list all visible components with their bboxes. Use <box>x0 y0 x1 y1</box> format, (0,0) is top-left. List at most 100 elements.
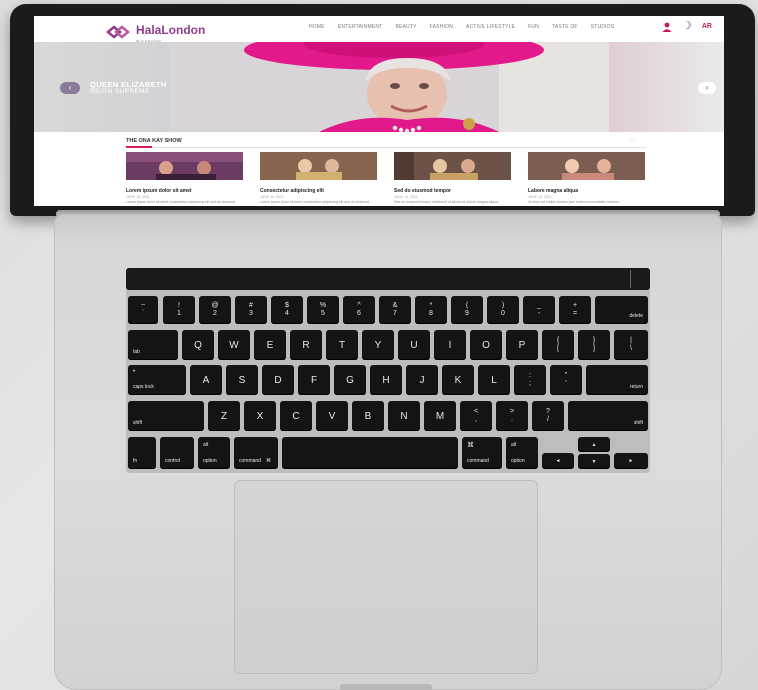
key-s[interactable]: S <box>226 365 258 395</box>
language-switch[interactable]: AR <box>702 23 712 30</box>
video-thumbnail[interactable] <box>528 152 645 180</box>
key-control[interactable]: control <box>160 437 194 469</box>
key-a[interactable]: A <box>190 365 222 395</box>
key-8[interactable]: * 8 <box>415 296 447 324</box>
menu-item-fun[interactable]: FUN <box>528 24 539 30</box>
arrow-left-icon: ◄ <box>555 458 561 464</box>
key-shift-right[interactable]: shift <box>568 401 648 431</box>
menu-item-taste-of[interactable]: TASTE OF <box>552 24 578 30</box>
key-v[interactable]: V <box>316 401 348 431</box>
hero-banner[interactable]: ‹ QUEEN ELIZABETH REIGN SUPREME › <box>34 42 724 132</box>
key-5[interactable]: % 5 <box>307 296 339 324</box>
menu-item-entertainment[interactable]: ENTERTAINMENT <box>338 24 383 30</box>
key-return[interactable]: return <box>586 365 648 395</box>
section-accent-bar <box>126 146 152 148</box>
key-close-bracket[interactable]: }] <box>578 330 610 360</box>
menu-item-fashion[interactable]: FASHION <box>430 24 453 30</box>
key-z[interactable]: Z <box>208 401 240 431</box>
key-equals[interactable]: + = <box>559 296 591 324</box>
key-6[interactable]: ^ 6 <box>343 296 375 324</box>
key-4[interactable]: $4 <box>271 296 303 324</box>
key-minus[interactable]: _ - <box>523 296 555 324</box>
key-f[interactable]: F <box>298 365 330 395</box>
key-c[interactable]: C <box>280 401 312 431</box>
key-h[interactable]: H <box>370 365 402 395</box>
key-arrow-down[interactable]: ▼ <box>578 454 610 469</box>
key-command-left[interactable]: command ⌘ <box>234 437 278 469</box>
key-p[interactable]: P <box>506 330 538 360</box>
key-0[interactable]: ) 0 <box>487 296 519 324</box>
menu-item-studios[interactable]: STUDIOS <box>591 24 615 30</box>
key-d[interactable]: D <box>262 365 294 395</box>
key-caps-lock[interactable]: • caps lock <box>128 365 186 395</box>
key-semicolon[interactable]: :; <box>514 365 546 395</box>
key-u[interactable]: U <box>398 330 430 360</box>
caps-lock-indicator-icon: • <box>133 369 136 375</box>
video-thumbnail[interactable] <box>126 152 243 180</box>
menu-item-home[interactable]: HOME <box>309 24 325 30</box>
key-g[interactable]: G <box>334 365 366 395</box>
video-thumbnail[interactable] <box>260 152 377 180</box>
card-title[interactable]: Lorem ipsum dolor sit amet <box>126 188 243 194</box>
key-n[interactable]: N <box>388 401 420 431</box>
key-r[interactable]: R <box>290 330 322 360</box>
section-nav-arrows[interactable]: ‹ › <box>630 138 635 144</box>
dark-mode-icon[interactable]: ☽ <box>682 21 692 32</box>
hero-prev-button[interactable]: ‹ <box>60 82 80 94</box>
key-arrow-right[interactable]: ► <box>614 453 648 469</box>
section-title: THE ONA KAY SHOW <box>126 138 182 144</box>
touch-bar[interactable] <box>126 268 650 290</box>
key-shift-left[interactable]: shift <box>128 401 204 431</box>
site-logo[interactable]: HalaLondon BE IN THE KNOW <box>106 21 205 43</box>
user-icon[interactable] <box>662 22 672 32</box>
key-2[interactable]: @2 <box>199 296 231 324</box>
key-space[interactable] <box>282 437 458 469</box>
key-m[interactable]: M <box>424 401 456 431</box>
key-quote[interactable]: " ' <box>550 365 582 395</box>
key-option-left[interactable]: alt option <box>198 437 230 469</box>
key-backslash[interactable]: | \ <box>614 330 648 360</box>
hero-next-button[interactable]: › <box>698 82 716 94</box>
key-comma[interactable]: <, <box>460 401 492 431</box>
key-y[interactable]: Y <box>362 330 394 360</box>
menu-item-active-lifestyle[interactable]: ACTIVE LIFESTYLE <box>466 24 515 30</box>
key-tab[interactable]: tab <box>128 330 178 360</box>
hero-image <box>169 42 609 132</box>
key-i[interactable]: I <box>434 330 466 360</box>
video-card[interactable]: Consectetur adipiscing elit JUNE 14, 202… <box>260 152 377 205</box>
key-3[interactable]: #3 <box>235 296 267 324</box>
key-l[interactable]: L <box>478 365 510 395</box>
key-e[interactable]: E <box>254 330 286 360</box>
key-command-right[interactable]: ⌘ command <box>462 437 502 469</box>
key-7[interactable]: & 7 <box>379 296 411 324</box>
menu-item-beauty[interactable]: BEAUTY <box>395 24 416 30</box>
key-arrow-up[interactable]: ▲ <box>578 437 610 452</box>
key-k[interactable]: K <box>442 365 474 395</box>
key-q[interactable]: Q <box>182 330 214 360</box>
trackpad[interactable] <box>234 480 538 674</box>
video-thumbnail[interactable] <box>394 152 511 180</box>
key-o[interactable]: O <box>470 330 502 360</box>
video-card[interactable]: Lorem ipsum dolor sit amet JUNE 15, 2021… <box>126 152 243 205</box>
key-arrow-left[interactable]: ◄ <box>542 453 574 469</box>
key-period[interactable]: >. <box>496 401 528 431</box>
key-t[interactable]: T <box>326 330 358 360</box>
command-icon: ⌘ <box>467 442 474 449</box>
key-j[interactable]: J <box>406 365 438 395</box>
video-card[interactable]: Sed do eiusmod tempor JUNE 13, 2021 Sed … <box>394 152 511 205</box>
key-delete[interactable]: delete <box>595 296 648 324</box>
key-b[interactable]: B <box>352 401 384 431</box>
key-x[interactable]: X <box>244 401 276 431</box>
key-tilde[interactable]: ~ ` <box>128 296 158 324</box>
video-card[interactable]: Labore magna aliqua JUNE 12, 2021 Ut eni… <box>528 152 645 205</box>
key-open-bracket[interactable]: {[ <box>542 330 574 360</box>
card-title[interactable]: Sed do eiusmod tempor <box>394 188 511 194</box>
key-9[interactable]: (9 <box>451 296 483 324</box>
card-title[interactable]: Consectetur adipiscing elit <box>260 188 377 194</box>
key-option-right[interactable]: alt option <box>506 437 538 469</box>
key-w[interactable]: W <box>218 330 250 360</box>
key-1[interactable]: ! 1 <box>163 296 195 324</box>
key-fn[interactable]: fn <box>128 437 156 469</box>
card-title[interactable]: Labore magna aliqua <box>528 188 645 194</box>
key-slash[interactable]: ? / <box>532 401 564 431</box>
